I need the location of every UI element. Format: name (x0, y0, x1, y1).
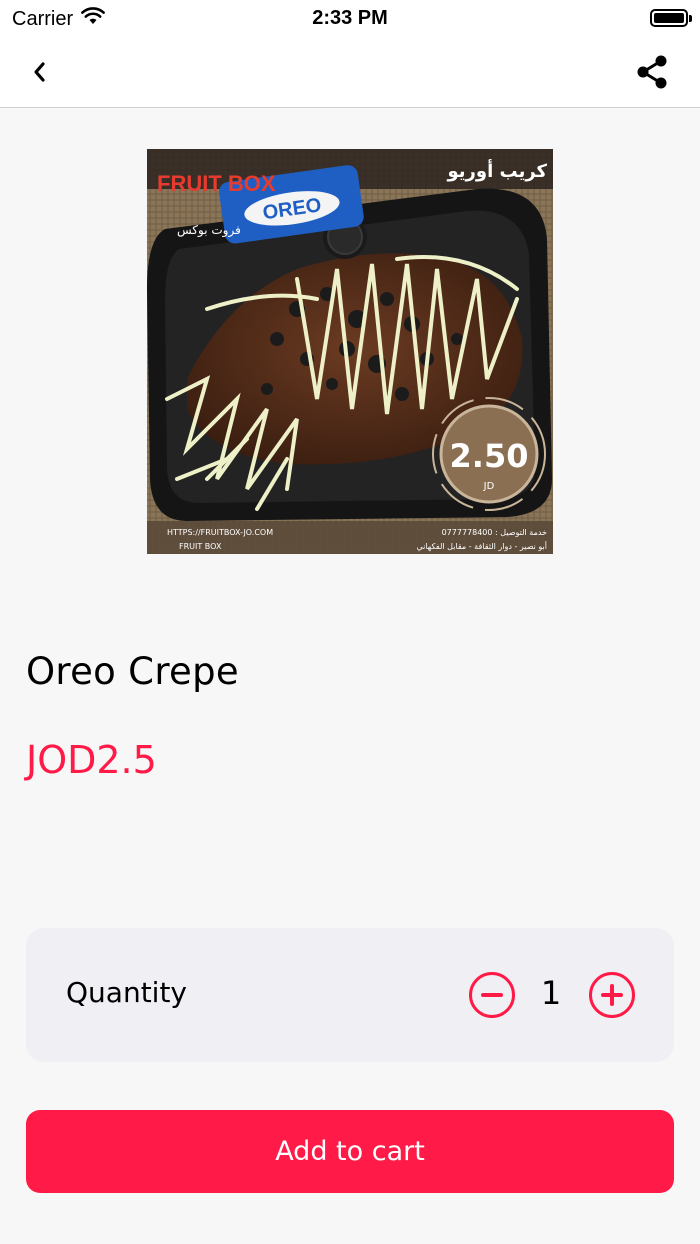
decrease-quantity-button[interactable] (469, 972, 515, 1018)
delivery-text: خدمة التوصيل : 0777778400 (442, 528, 547, 537)
back-button[interactable] (22, 54, 58, 90)
share-icon (637, 55, 667, 89)
image-title: كريب أوريو (446, 159, 547, 182)
add-to-cart-button[interactable]: Add to cart (26, 1110, 674, 1193)
address-text: أبو نصير - دوار الثقافة - مقابل الفكهاني (416, 541, 547, 551)
badge-unit: JD (483, 481, 495, 492)
badge-price: 2.50 (450, 437, 529, 475)
quantity-card: Quantity 1 (26, 928, 674, 1062)
social-text: FRUIT BOX (179, 542, 222, 551)
brand-arabic: فروت بوكس (177, 223, 241, 238)
website-text: HTTPS://FRUITBOX-JO.COM (167, 528, 273, 537)
chevron-left-icon (34, 62, 45, 82)
product-name: Oreo Crepe (26, 650, 239, 693)
product-image: OREO FRUIT BOX فروت بوكس كريب أوريو 2.50… (147, 149, 553, 554)
quantity-label: Quantity (66, 976, 187, 1009)
clock: 2:33 PM (312, 7, 388, 29)
add-to-cart-label: Add to cart (275, 1136, 425, 1167)
battery-icon (650, 9, 692, 27)
navigation-bar (0, 36, 700, 108)
share-button[interactable] (632, 52, 672, 92)
product-price: JOD2.5 (26, 738, 157, 782)
quantity-value: 1 (540, 974, 562, 1012)
status-bar: Carrier 2:33 PM (0, 0, 700, 36)
brand-logo: FRUIT BOX (157, 171, 276, 196)
minus-icon (481, 993, 503, 997)
increase-quantity-button[interactable] (589, 972, 635, 1018)
